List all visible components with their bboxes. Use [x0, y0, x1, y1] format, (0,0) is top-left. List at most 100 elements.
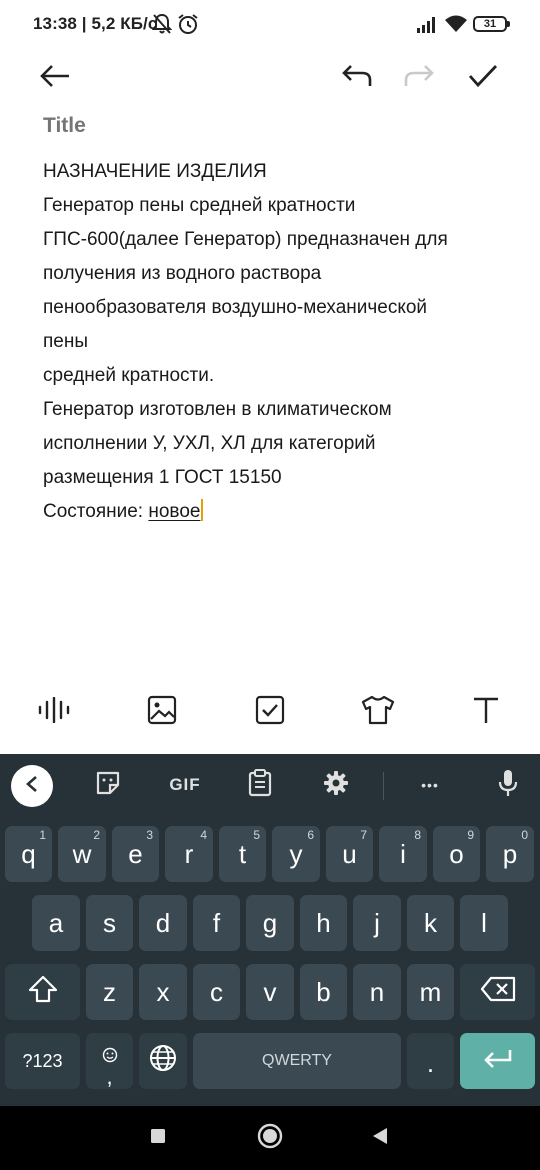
undo-button[interactable] — [334, 56, 378, 100]
more-button[interactable]: ••• — [409, 764, 451, 806]
key-label: e — [128, 838, 143, 869]
mic-icon — [498, 769, 518, 802]
key-g[interactable]: g — [246, 895, 294, 951]
key-d[interactable]: d — [139, 895, 187, 951]
home-button[interactable] — [252, 1120, 288, 1156]
suggestion-divider — [383, 772, 384, 800]
key-p[interactable]: p0 — [486, 826, 534, 882]
more-icon: ••• — [421, 777, 439, 793]
key-u[interactable]: u7 — [326, 826, 373, 882]
theme-button[interactable] — [356, 690, 400, 734]
symbols-key[interactable]: ?123 — [5, 1033, 80, 1089]
checkbox-icon — [255, 695, 285, 730]
key-hint: 8 — [414, 828, 421, 842]
status-bar: 13:38 | 5,2 КБ/с 31 — [0, 0, 540, 48]
key-w[interactable]: w2 — [58, 826, 106, 882]
key-o[interactable]: o9 — [433, 826, 480, 882]
redo-button[interactable] — [398, 56, 442, 100]
emoji-comma-key[interactable]: , — [86, 1033, 133, 1089]
enter-key[interactable] — [460, 1033, 535, 1089]
sticker-button[interactable] — [87, 764, 129, 806]
key-b[interactable]: b — [300, 964, 347, 1020]
key-z[interactable]: z — [86, 964, 133, 1020]
key-h[interactable]: h — [300, 895, 347, 951]
key-j[interactable]: j — [353, 895, 401, 951]
note-line: пены — [43, 331, 89, 352]
done-button[interactable] — [461, 56, 505, 100]
globe-icon — [148, 1043, 178, 1080]
key-label: u — [342, 838, 357, 869]
status-time-speed: 13:38 | 5,2 КБ/с — [33, 14, 158, 33]
shift-key[interactable] — [5, 964, 80, 1020]
key-q[interactable]: q1 — [5, 826, 52, 882]
note-line: ГПС-600(далее Генератор) предназначен дл… — [43, 229, 448, 250]
back-button[interactable] — [33, 56, 77, 100]
key-c[interactable]: c — [193, 964, 240, 1020]
checklist-button[interactable] — [248, 690, 292, 734]
backspace-icon — [480, 976, 516, 1009]
keyboard-back-button[interactable] — [11, 765, 53, 807]
key-f[interactable]: f — [193, 895, 240, 951]
nav-back-button[interactable] — [362, 1120, 398, 1156]
check-icon — [468, 64, 498, 93]
key-r[interactable]: r4 — [165, 826, 213, 882]
enter-icon — [483, 1046, 513, 1077]
note-line: получения из водного раствора — [43, 263, 322, 284]
note-body[interactable]: НАЗНАЧЕНИЕ ИЗДЕЛИЯ Генератор пены средне… — [43, 155, 513, 529]
note-line: исполнении У, УХЛ, ХЛ для категорий — [43, 433, 376, 454]
key-k[interactable]: k — [407, 895, 454, 951]
note-line: размещения 1 ГОСТ 15150 — [43, 467, 282, 488]
key-hint: 6 — [307, 828, 314, 842]
key-e[interactable]: e3 — [112, 826, 159, 882]
triangle-back-icon — [371, 1126, 389, 1151]
note-line-status: Состояние: новое — [43, 495, 513, 529]
key-i[interactable]: i8 — [379, 826, 427, 882]
image-icon — [147, 695, 177, 730]
status-value: новое — [148, 501, 201, 522]
key-a[interactable]: a — [32, 895, 80, 951]
note-line: НАЗНАЧЕНИЕ ИЗДЕЛИЯ — [43, 161, 267, 182]
recents-button[interactable] — [140, 1120, 176, 1156]
home-circle-icon — [257, 1123, 283, 1154]
key-label: i — [400, 838, 406, 869]
keyboard: GIF ••• q1 w2 e 3 r 4 t 5 y 6 u 7 i 8 o … — [0, 754, 540, 1106]
key-label: p — [502, 838, 518, 869]
key-n[interactable]: n — [353, 964, 401, 1020]
language-key[interactable] — [139, 1033, 187, 1089]
text-format-button[interactable] — [464, 690, 508, 734]
note-line: средней кратности. — [43, 365, 215, 386]
key-hint: 9 — [467, 828, 474, 842]
key-l[interactable]: l — [460, 895, 508, 951]
settings-button[interactable] — [315, 764, 357, 806]
clipboard-icon — [248, 768, 272, 802]
key-hint: 4 — [200, 828, 207, 842]
key-hint: 7 — [360, 828, 367, 842]
backspace-key[interactable] — [460, 964, 535, 1020]
key-label: t — [238, 838, 247, 869]
key-hint: 1 — [39, 828, 46, 842]
key-label: r — [184, 838, 194, 869]
gif-button[interactable]: GIF — [161, 764, 209, 806]
key-hint: 2 — [93, 828, 100, 842]
key-v[interactable]: v — [246, 964, 294, 1020]
image-button[interactable] — [140, 690, 184, 734]
key-label: w — [72, 838, 92, 869]
battery-icon: 31 — [473, 16, 510, 32]
keyboard-suggestion-bar: GIF ••• — [0, 754, 540, 814]
period-key[interactable]: . — [407, 1033, 454, 1089]
key-y[interactable]: y6 — [272, 826, 320, 882]
key-s[interactable]: s — [86, 895, 133, 951]
clipboard-button[interactable] — [239, 764, 281, 806]
alarm-icon — [177, 13, 199, 40]
space-key[interactable]: QWERTY — [193, 1033, 401, 1089]
key-x[interactable]: x — [139, 964, 187, 1020]
key-t[interactable]: t5 — [219, 826, 266, 882]
back-chevron-icon — [25, 775, 39, 798]
key-m[interactable]: m — [407, 964, 454, 1020]
title-input[interactable] — [43, 114, 503, 138]
mic-button[interactable] — [487, 764, 529, 806]
text-format-icon — [472, 696, 500, 729]
sticker-icon — [95, 770, 121, 801]
voice-button[interactable] — [32, 690, 76, 734]
shirt-icon — [360, 695, 396, 730]
